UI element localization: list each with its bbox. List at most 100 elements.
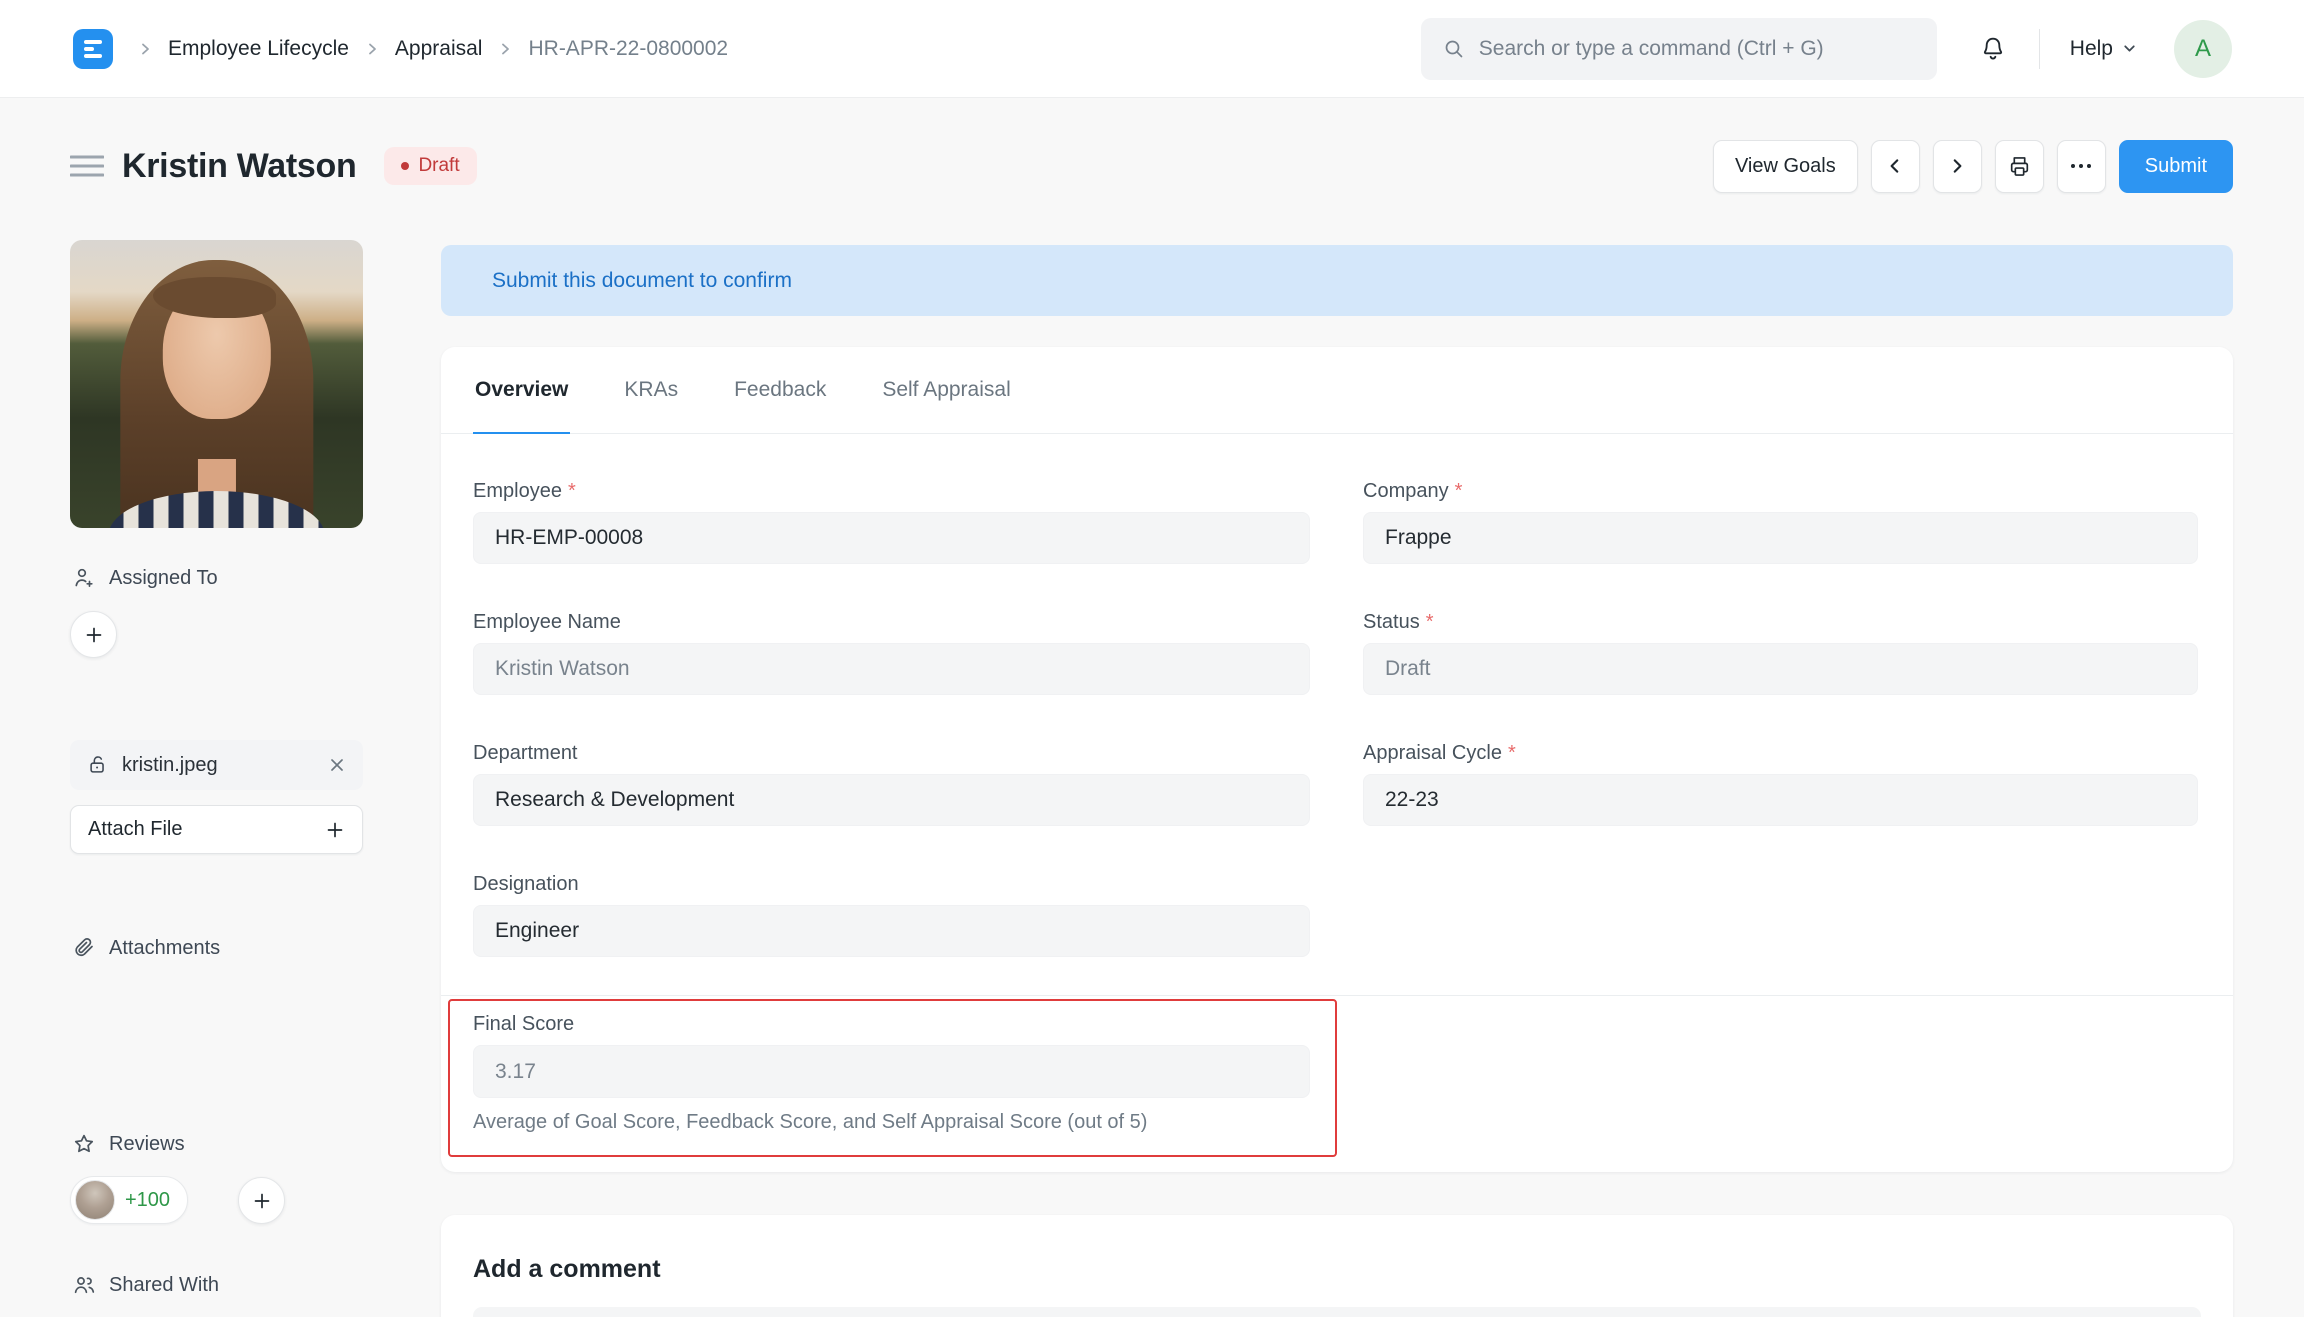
required-marker: *	[567, 480, 576, 502]
chevron-right-icon	[497, 41, 513, 57]
bell-icon	[1979, 35, 2007, 63]
company-input[interactable]: Frappe	[1363, 512, 2198, 564]
navbar-divider	[2038, 28, 2040, 69]
global-search[interactable]	[1420, 17, 1937, 80]
previous-document-button[interactable]	[1870, 139, 1920, 193]
avatar-initial: A	[2194, 34, 2211, 62]
user-avatar[interactable]: A	[2174, 19, 2232, 78]
search-icon	[1443, 38, 1465, 60]
attachment-file-name: kristin.jpeg	[122, 753, 218, 776]
reviewer-avatar	[75, 1180, 115, 1220]
help-menu[interactable]: Help	[2070, 37, 2138, 61]
printer-icon	[2007, 154, 2032, 179]
chevron-down-icon	[2121, 40, 2138, 57]
assigned-to-label: Assigned To	[109, 566, 218, 589]
form-column-right: Company * Frappe Status * Draft Appraisa…	[1363, 480, 2198, 1004]
breadcrumb-item-document-id[interactable]: HR-APR-22-0800002	[528, 37, 728, 61]
attachments-section-header: Attachments	[72, 936, 220, 960]
status-input[interactable]: Draft	[1363, 643, 2198, 695]
ellipsis-icon	[2070, 163, 2092, 169]
field-final-score: Final Score 3.17 Average of Goal Score, …	[473, 1013, 1310, 1134]
document-header: Kristin Watson Draft View Goals Submit	[70, 138, 2233, 194]
header-actions: View Goals Submit	[1712, 139, 2233, 193]
field-employee-name: Employee Name Kristin Watson	[473, 611, 1310, 695]
reviews-section-header: Reviews	[72, 1132, 185, 1156]
tab-self-appraisal[interactable]: Self Appraisal	[880, 347, 1012, 434]
employee-photo[interactable]	[70, 240, 363, 528]
status-badge: Draft	[384, 147, 477, 185]
form-grid: Employee * HR-EMP-00008 Employee Name Kr…	[441, 434, 2233, 1004]
tab-overview[interactable]: Overview	[473, 347, 571, 434]
field-label: Status	[1363, 611, 1420, 633]
appraisal-cycle-input[interactable]: 22-23	[1363, 774, 2198, 826]
add-assignment-button[interactable]	[70, 611, 117, 658]
required-marker: *	[1454, 480, 1463, 502]
add-review-button[interactable]	[238, 1177, 285, 1224]
app-logo[interactable]	[73, 28, 113, 69]
field-label: Department	[473, 742, 578, 764]
employee-name-input[interactable]: Kristin Watson	[473, 643, 1310, 695]
attach-file-label: Attach File	[88, 818, 183, 840]
final-score-description: Average of Goal Score, Feedback Score, a…	[473, 1111, 1148, 1133]
field-status: Status * Draft	[1363, 611, 2198, 695]
chevron-right-icon	[364, 41, 380, 57]
field-designation: Designation Engineer	[473, 873, 1310, 957]
field-label: Employee	[473, 480, 562, 502]
field-label: Company	[1363, 480, 1449, 502]
plus-icon	[252, 1191, 272, 1211]
form-tabs: Overview KRAs Feedback Self Appraisal	[441, 347, 2233, 434]
final-score-label: Final Score	[473, 1013, 575, 1035]
attachment-item[interactable]: kristin.jpeg	[70, 740, 363, 790]
comment-input[interactable]	[473, 1307, 2201, 1317]
reviewers-count-badge: +100	[125, 1188, 171, 1211]
search-input[interactable]	[1478, 36, 1915, 61]
next-document-button[interactable]	[1932, 139, 1982, 193]
notifications-button[interactable]	[1979, 35, 2007, 63]
submit-banner-message[interactable]: Submit this document to confirm	[492, 269, 792, 293]
remove-attachment-button[interactable]	[328, 756, 346, 774]
star-icon	[72, 1132, 96, 1156]
status-dot-icon	[401, 162, 410, 170]
comments-card: Add a comment	[441, 1215, 2233, 1317]
field-employee: Employee * HR-EMP-00008	[473, 480, 1310, 564]
shared-with-section-header: Shared With	[72, 1273, 219, 1297]
department-input[interactable]: Research & Development	[473, 774, 1310, 826]
sidebar-toggle-button[interactable]	[70, 153, 104, 179]
field-appraisal-cycle: Appraisal Cycle * 22-23	[1363, 742, 2198, 826]
more-options-button[interactable]	[2056, 139, 2106, 193]
form-column-left: Employee * HR-EMP-00008 Employee Name Kr…	[473, 480, 1310, 1004]
attach-file-button[interactable]: Attach File	[70, 805, 363, 854]
designation-input[interactable]: Engineer	[473, 905, 1310, 957]
required-marker: *	[1425, 611, 1434, 633]
required-marker: *	[1507, 742, 1516, 764]
field-department: Department Research & Development	[473, 742, 1310, 826]
menu-icon	[70, 153, 104, 179]
employee-input[interactable]: HR-EMP-00008	[473, 512, 1310, 564]
breadcrumb: Employee Lifecycle Appraisal HR-APR-22-0…	[137, 37, 728, 61]
users-icon	[72, 1273, 96, 1297]
field-company: Company * Frappe	[1363, 480, 2198, 564]
plus-icon	[325, 820, 345, 840]
breadcrumb-item-appraisal[interactable]: Appraisal	[395, 37, 483, 61]
navbar: Employee Lifecycle Appraisal HR-APR-22-0…	[0, 0, 2304, 98]
assign-user-icon	[72, 566, 96, 590]
appraisal-form-card: Overview KRAs Feedback Self Appraisal Em…	[441, 347, 2233, 1172]
tab-kras[interactable]: KRAs	[622, 347, 680, 434]
view-goals-button[interactable]: View Goals	[1712, 139, 1858, 193]
assigned-to-section-header: Assigned To	[72, 566, 218, 590]
tab-feedback[interactable]: Feedback	[732, 347, 828, 434]
final-score-input[interactable]: 3.17	[473, 1045, 1310, 1098]
attachments-label: Attachments	[109, 936, 221, 959]
submit-banner: Submit this document to confirm	[441, 245, 2233, 316]
help-label: Help	[2069, 36, 2113, 60]
breadcrumb-item-employee-lifecycle[interactable]: Employee Lifecycle	[168, 37, 349, 61]
status-badge-label: Draft	[418, 155, 460, 176]
reviewers-group[interactable]: +100	[70, 1176, 189, 1224]
field-label: Designation	[473, 873, 579, 895]
print-button[interactable]	[1994, 139, 2044, 193]
submit-button[interactable]: Submit	[2118, 139, 2233, 193]
appraisal-page: Employee Lifecycle Appraisal HR-APR-22-0…	[0, 0, 2304, 1317]
shared-with-label: Shared With	[109, 1273, 220, 1296]
field-label: Employee Name	[473, 611, 621, 633]
add-comment-title: Add a comment	[473, 1255, 661, 1283]
